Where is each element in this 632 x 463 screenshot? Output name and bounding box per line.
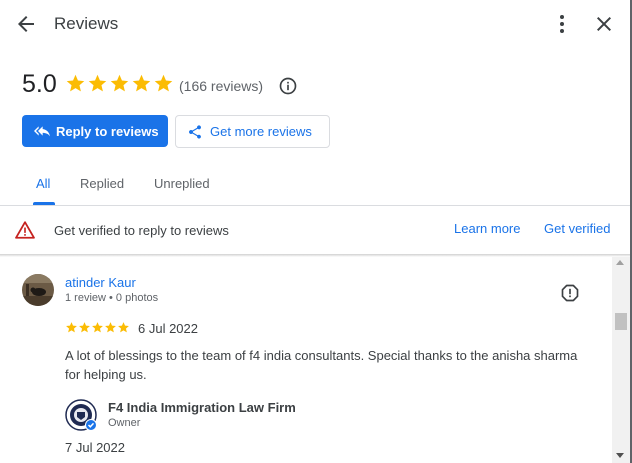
- get-more-reviews-button[interactable]: Get more reviews: [175, 115, 330, 148]
- reply-to-reviews-button[interactable]: Reply to reviews: [22, 115, 168, 147]
- star-icon: [154, 74, 173, 92]
- review-stars: [65, 321, 130, 334]
- reply-date: 7 Jul 2022: [65, 440, 125, 455]
- scrollbar-thumb[interactable]: [615, 313, 627, 330]
- more-vert-icon[interactable]: [550, 12, 574, 36]
- star-icon: [66, 322, 77, 333]
- star-icon: [92, 322, 103, 333]
- reply-to-reviews-label: Reply to reviews: [56, 123, 159, 139]
- review-date: 6 Jul 2022: [138, 321, 198, 336]
- tab-unreplied[interactable]: Unreplied: [154, 176, 210, 191]
- owner-role: Owner: [108, 417, 141, 429]
- tab-replied[interactable]: Replied: [80, 176, 124, 191]
- tab-all[interactable]: All: [36, 176, 50, 191]
- close-icon[interactable]: [592, 12, 616, 36]
- get-more-reviews-label: Get more reviews: [210, 124, 312, 139]
- report-icon[interactable]: [560, 283, 580, 303]
- star-icon: [110, 74, 129, 92]
- reply-all-icon: [34, 126, 50, 137]
- star-icon: [88, 74, 107, 92]
- owner-name: F4 India Immigration Law Firm: [108, 400, 296, 415]
- star-icon: [132, 74, 151, 92]
- scroll-up-arrow[interactable]: [616, 260, 624, 265]
- scrollbar[interactable]: [612, 257, 630, 463]
- review-text: A lot of blessings to the team of f4 ind…: [65, 348, 578, 382]
- page-title: Reviews: [54, 14, 119, 33]
- star-icon: [79, 322, 90, 333]
- star-icon: [66, 74, 85, 92]
- warning-icon: [15, 221, 35, 239]
- reviewer-name[interactable]: atinder Kaur: [65, 275, 136, 290]
- rating-stars: [65, 73, 174, 97]
- owner-logo: [65, 399, 97, 431]
- star-icon: [118, 322, 129, 333]
- review-count: (166 reviews): [179, 78, 264, 94]
- learn-more-link[interactable]: Learn more: [454, 221, 520, 236]
- get-verified-link[interactable]: Get verified: [544, 221, 610, 236]
- reviews-panel: Reviews 5.0 (166 reviews) Reply to revie…: [0, 0, 632, 463]
- share-icon: [189, 124, 201, 139]
- scroll-down-arrow[interactable]: [616, 453, 624, 458]
- back-arrow-icon[interactable]: [14, 12, 38, 36]
- star-icon: [105, 322, 116, 333]
- reviewer-meta: 1 review • 0 photos: [65, 292, 159, 304]
- info-icon[interactable]: [278, 76, 298, 96]
- avatar[interactable]: [22, 274, 54, 306]
- banner-shadow: [0, 254, 630, 257]
- average-rating: 5.0: [22, 70, 57, 98]
- banner-message: Get verified to reply to reviews: [54, 223, 229, 238]
